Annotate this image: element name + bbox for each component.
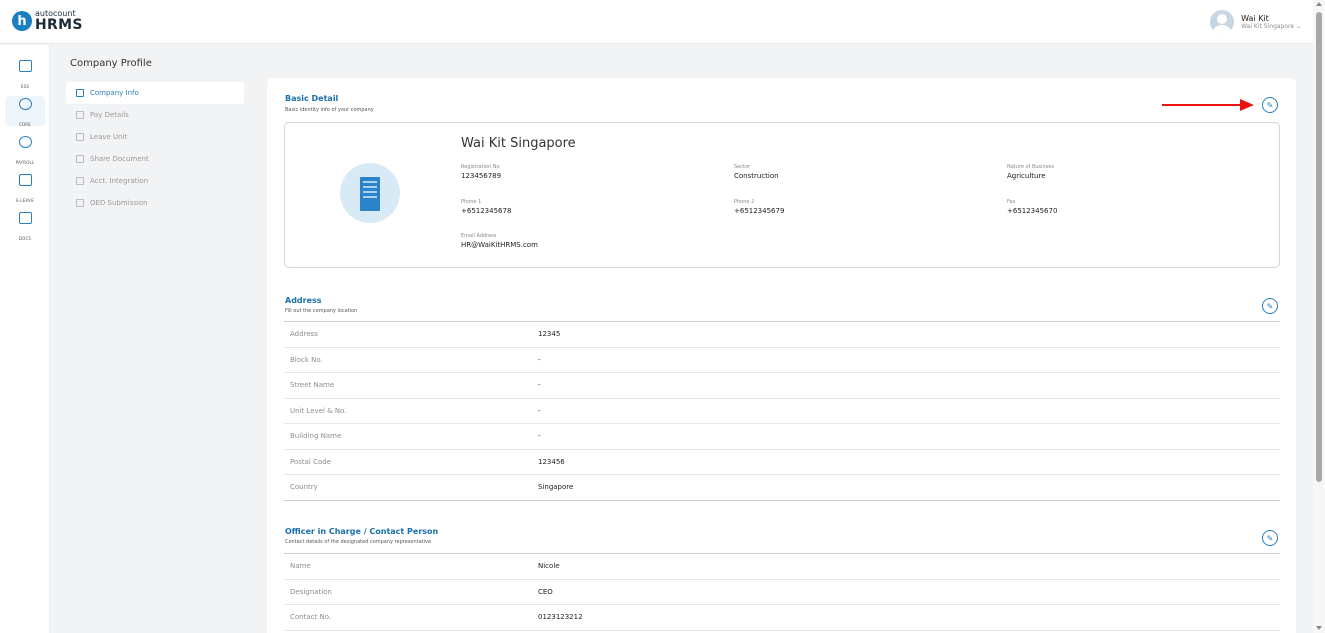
pencil-icon: ✎ (1266, 301, 1274, 311)
subnav-label: OED Submission (90, 199, 148, 207)
scroll-thumb[interactable] (1316, 12, 1322, 482)
user-company-dropdown[interactable]: Wai Kit Singapore ⌄ (1241, 23, 1301, 30)
rail-item-core[interactable]: CORE (5, 96, 45, 127)
rail-label: CORE (18, 122, 32, 127)
profile-subnav: Company Info Pay Details Leave Unit Shar… (66, 82, 244, 214)
field-registration-no: Registration No 123456789 (461, 164, 502, 180)
user-name: Wai Kit (1241, 14, 1269, 23)
avatar-icon (1210, 10, 1235, 34)
scroll-up-icon[interactable] (1316, 2, 1322, 6)
module-rail: ESS CORE PAYROLL E-LEAVE DOCS (0, 45, 50, 633)
address-title: Address (285, 296, 322, 305)
officer-title: Officer in Charge / Contact Person (285, 527, 439, 536)
rail-label: ESS (20, 84, 30, 89)
pay-icon (76, 111, 84, 119)
logo-hrms-text: HRMS (35, 17, 83, 33)
rail-label: PAYROLL (15, 160, 35, 165)
field-sector: Sector Construction (734, 164, 779, 180)
subnav-item-acct-integration[interactable]: Acct. Integration (66, 170, 244, 192)
pencil-icon: ✎ (1266, 533, 1274, 543)
table-row: Block No. - (284, 348, 1280, 373)
subnav-item-share-document[interactable]: Share Document (66, 148, 244, 170)
table-row: Country Singapore (284, 475, 1280, 501)
table-row: Unit Level & No. - (284, 399, 1280, 424)
annotation-arrow-line (1162, 104, 1242, 106)
company-info-card: Basic Detail Basic identity info of your… (267, 78, 1296, 633)
ess-icon (18, 60, 32, 72)
subnav-label: Leave Unit (90, 133, 128, 141)
address-table: Address 12345 Block No. - Street Name - Uni… (284, 321, 1280, 501)
rail-item-payroll[interactable]: PAYROLL (5, 134, 45, 165)
rail-item-docs[interactable]: DOCS (5, 210, 45, 241)
submission-icon (76, 199, 84, 207)
subnav-label: Share Document (90, 155, 149, 163)
pencil-icon: ✎ (1266, 100, 1274, 110)
table-row: Address 12345 (284, 322, 1280, 348)
address-subtitle: Fill out the company location (285, 308, 358, 314)
rail-item-ess[interactable]: ESS (5, 58, 45, 89)
payroll-icon (18, 136, 32, 148)
top-bar: h autocount HRMS Wai Kit Wai Kit Singapo… (0, 0, 1313, 44)
table-row: Name Nicole (284, 554, 1280, 580)
subnav-label: Acct. Integration (90, 177, 149, 185)
table-row: Building Name - (284, 424, 1280, 450)
docs-icon (18, 212, 32, 224)
annotation-arrow-head (1240, 99, 1254, 111)
field-phone-2: Phone 2 +6512345679 (734, 199, 785, 215)
building-icon (76, 89, 84, 97)
company-name: Wai Kit Singapore (461, 136, 576, 151)
page-scrollbar[interactable] (1313, 0, 1325, 633)
autocount-hrms-logo[interactable]: h autocount HRMS (12, 10, 83, 32)
scroll-down-icon[interactable] (1316, 626, 1322, 630)
basic-detail-box: Wai Kit Singapore Registration No 123456… (284, 122, 1280, 268)
rail-label: DOCS (18, 236, 32, 241)
rail-item-e-leave[interactable]: E-LEAVE (5, 172, 45, 203)
field-nature-of-business: Nature of Business Agriculture (1007, 164, 1055, 180)
officer-subtitle: Contact details of the designated compan… (285, 539, 432, 545)
table-row: Postal Code 123456 (284, 450, 1280, 475)
rail-label: E-LEAVE (16, 198, 34, 203)
officer-table: Name Nicole Designation CEO Contact No. 012… (284, 553, 1280, 631)
subnav-item-company-info[interactable]: Company Info (66, 82, 244, 104)
document-icon (76, 155, 84, 163)
basic-detail-subtitle: Basic identity info of your company (285, 107, 374, 113)
field-phone-1: Phone 1 +6512345678 (461, 199, 512, 215)
field-email-address: Email Address HR@WaiKitHRMS.com (461, 233, 538, 249)
table-row: Contact No. 0123123212 (284, 605, 1280, 631)
subnav-label: Pay Details (90, 111, 129, 119)
edit-basic-detail-button[interactable]: ✎ (1262, 97, 1278, 113)
integration-icon (76, 177, 84, 185)
edit-officer-button[interactable]: ✎ (1262, 530, 1278, 546)
edit-address-button[interactable]: ✎ (1262, 298, 1278, 314)
subnav-label: Company Info (90, 89, 139, 97)
user-menu[interactable]: Wai Kit Wai Kit Singapore ⌄ (1210, 10, 1301, 34)
company-building-icon (340, 163, 400, 223)
calendar-icon (18, 174, 32, 186)
subnav-item-leave-unit[interactable]: Leave Unit (66, 126, 244, 148)
page-title: Company Profile (70, 58, 152, 69)
subnav-item-oed-submission[interactable]: OED Submission (66, 192, 244, 214)
basic-detail-title: Basic Detail (285, 94, 339, 103)
subnav-item-pay-details[interactable]: Pay Details (66, 104, 244, 126)
core-icon (18, 98, 32, 110)
logo-badge-icon: h (12, 11, 32, 31)
table-row: Street Name - (284, 373, 1280, 399)
leave-icon (76, 133, 84, 141)
field-fax: Fax +6512345670 (1007, 199, 1058, 215)
table-row: Designation CEO (284, 580, 1280, 605)
